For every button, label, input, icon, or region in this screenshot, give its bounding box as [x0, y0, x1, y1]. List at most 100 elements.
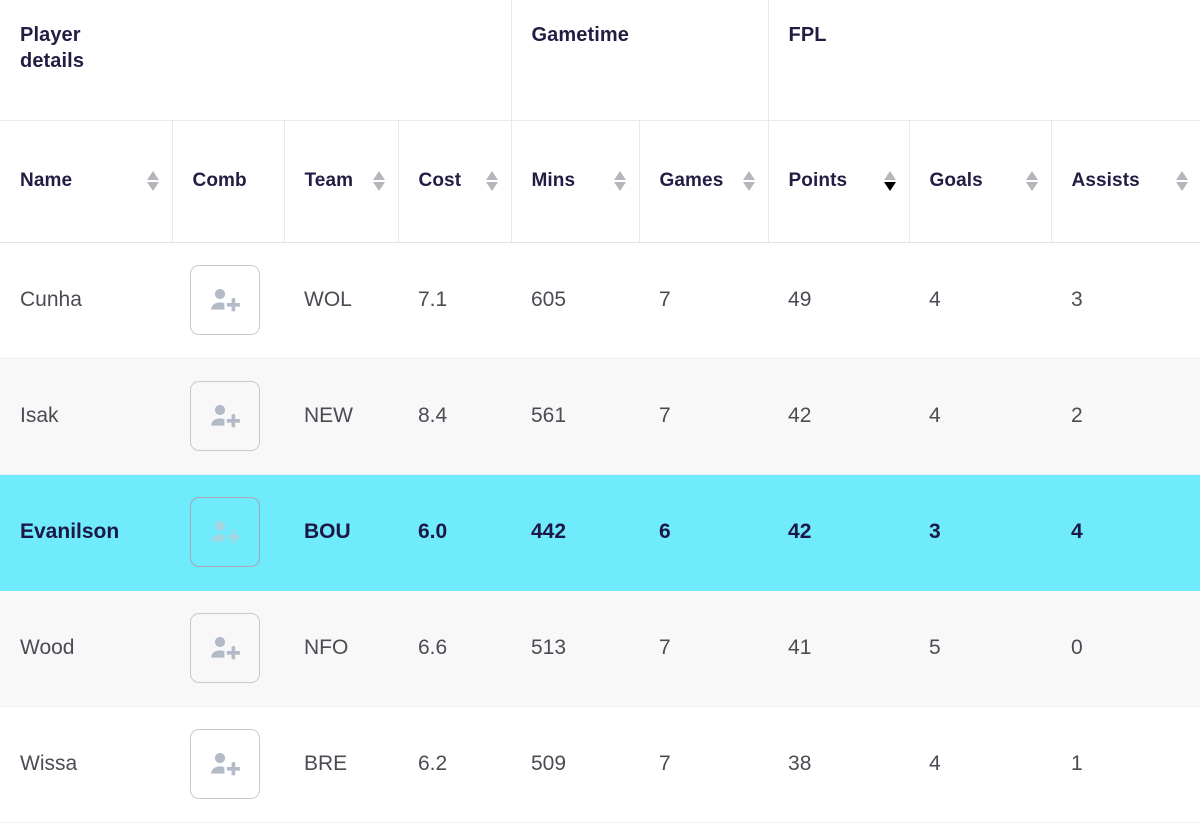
column-header-games[interactable]: Games [639, 120, 769, 243]
sort-icon-name[interactable] [147, 168, 160, 194]
sort-icon-cost[interactable] [486, 168, 499, 194]
cell-mins: 442 [511, 474, 639, 591]
sort-down-arrow-icon [614, 182, 626, 191]
sort-icon-assists[interactable] [1175, 168, 1188, 194]
cell-assists: 4 [1051, 474, 1200, 591]
add-person-icon [211, 636, 240, 660]
cell-comb [172, 474, 284, 591]
table-row[interactable]: Wissa BRE 6.2 509 7 38 4 1 [0, 706, 1200, 823]
column-header-comb-label: Comb [192, 169, 247, 191]
column-header-cost-label: Cost [418, 169, 462, 191]
cell-points: 49 [768, 242, 910, 359]
cell-mins: 509 [511, 706, 639, 823]
player-stats-table-container: Player details Gametime FPL Name Comb Te… [0, 0, 1200, 826]
table-head: Player details Gametime FPL Name Comb Te… [0, 0, 1200, 243]
player-stats-table: Player details Gametime FPL Name Comb Te… [0, 0, 1200, 823]
sort-down-arrow-icon [884, 182, 897, 191]
cell-games: 7 [639, 590, 769, 707]
cell-player-name: Isak [0, 358, 172, 475]
group-header-player-details-label: Player details [20, 24, 85, 73]
table-row[interactable]: Wood NFO 6.6 513 7 41 5 0 [0, 590, 1200, 707]
group-header-gametime-label: Gametime [531, 24, 630, 46]
cell-goals: 4 [909, 242, 1052, 359]
table-row[interactable]: Evanilson BOU 6.0 442 6 42 3 4 [0, 474, 1200, 591]
add-person-icon-button[interactable] [190, 613, 260, 683]
cell-assists: 1 [1051, 706, 1200, 823]
group-header-fpl: FPL [768, 0, 1200, 121]
group-header-gametime: Gametime [511, 0, 769, 121]
cell-player-name: Wood [0, 590, 172, 707]
cell-points: 42 [768, 358, 910, 475]
column-header-cost[interactable]: Cost [398, 120, 512, 243]
cell-mins: 561 [511, 358, 639, 475]
cell-team: BOU [284, 474, 398, 591]
column-header-goals-label: Goals [929, 169, 983, 191]
cell-goals: 5 [909, 590, 1052, 707]
add-person-icon-button[interactable] [190, 497, 260, 567]
column-header-row: Name Comb Team Cost Mins Games Points Go… [0, 120, 1200, 243]
cell-goals: 4 [909, 358, 1052, 475]
add-person-icon-button[interactable] [190, 729, 260, 799]
cell-games: 7 [639, 242, 769, 359]
column-header-name-label: Name [20, 169, 73, 191]
add-person-icon [211, 404, 240, 428]
sort-up-arrow-icon [614, 171, 626, 180]
cell-comb [172, 358, 284, 475]
cell-mins: 605 [511, 242, 639, 359]
sort-icon-points[interactable] [884, 168, 897, 194]
column-header-assists[interactable]: Assists [1051, 120, 1200, 243]
column-header-games-label: Games [659, 169, 724, 191]
cell-games: 7 [639, 706, 769, 823]
cell-points: 38 [768, 706, 910, 823]
sort-up-arrow-icon [1175, 171, 1188, 180]
sort-down-arrow-icon [486, 182, 498, 191]
sort-icon-goals[interactable] [1026, 168, 1039, 194]
column-header-assists-label: Assists [1071, 169, 1140, 191]
cell-points: 41 [768, 590, 910, 707]
sort-up-arrow-icon [373, 171, 385, 180]
cell-player-name: Wissa [0, 706, 172, 823]
column-header-team-label: Team [304, 169, 354, 191]
sort-up-arrow-icon [147, 171, 159, 180]
cell-assists: 3 [1051, 242, 1200, 359]
cell-games: 7 [639, 358, 769, 475]
sort-icon-mins[interactable] [614, 168, 627, 194]
cell-team: WOL [284, 242, 398, 359]
table-row[interactable]: Isak NEW 8.4 561 7 42 4 2 [0, 358, 1200, 475]
column-header-points-label: Points [788, 169, 848, 191]
add-person-icon [211, 520, 240, 544]
cell-goals: 3 [909, 474, 1052, 591]
column-header-team[interactable]: Team [284, 120, 399, 243]
cell-goals: 4 [909, 706, 1052, 823]
sort-up-arrow-icon [743, 171, 756, 180]
cell-team: BRE [284, 706, 398, 823]
add-person-icon [211, 288, 240, 312]
group-header-row: Player details Gametime FPL [0, 0, 1200, 121]
cell-games: 6 [639, 474, 769, 591]
cell-cost: 8.4 [398, 358, 511, 475]
cell-team: NEW [284, 358, 398, 475]
cell-comb [172, 242, 284, 359]
cell-player-name: Evanilson [0, 474, 172, 591]
sort-icon-team[interactable] [373, 168, 386, 194]
add-person-icon-button[interactable] [190, 381, 260, 451]
cell-comb [172, 590, 284, 707]
sort-down-arrow-icon [743, 182, 756, 191]
column-header-goals[interactable]: Goals [909, 120, 1052, 243]
sort-up-arrow-icon [486, 171, 498, 180]
group-header-player-details: Player details [0, 0, 512, 121]
group-header-fpl-label: FPL [788, 24, 827, 46]
column-header-points[interactable]: Points [768, 120, 910, 243]
column-header-comb[interactable]: Comb [172, 120, 285, 243]
table-row[interactable]: Cunha WOL 7.1 605 7 49 4 3 [0, 242, 1200, 359]
cell-cost: 7.1 [398, 242, 511, 359]
column-header-mins[interactable]: Mins [511, 120, 640, 243]
cell-cost: 6.0 [398, 474, 511, 591]
column-header-name[interactable]: Name [0, 120, 173, 243]
sort-icon-games[interactable] [743, 168, 756, 194]
cell-assists: 2 [1051, 358, 1200, 475]
cell-points: 42 [768, 474, 910, 591]
add-person-icon-button[interactable] [190, 265, 260, 335]
sort-down-arrow-icon [1175, 182, 1188, 191]
sort-down-arrow-icon [373, 182, 385, 191]
